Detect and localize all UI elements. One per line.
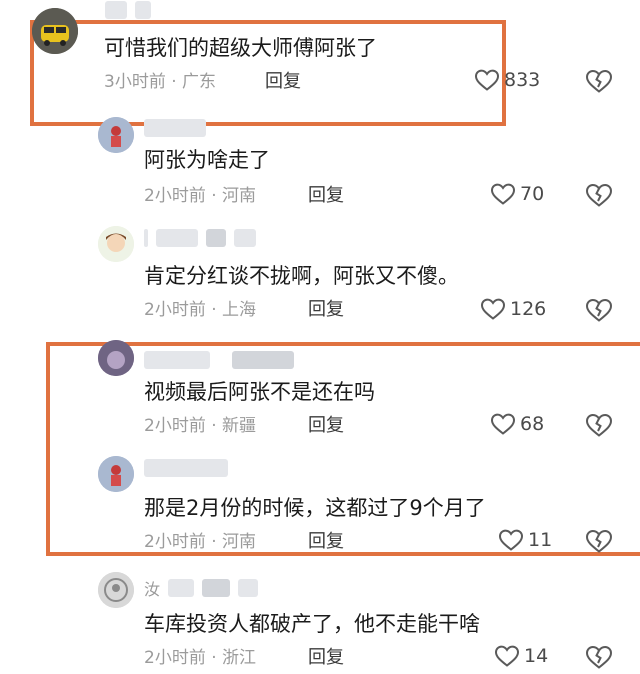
- avatar[interactable]: [98, 572, 134, 608]
- username-blurred[interactable]: [144, 458, 228, 478]
- avatar[interactable]: [98, 226, 134, 262]
- comment-meta: 2小时前 · 浙江: [144, 646, 256, 670]
- heart-icon: [490, 183, 516, 205]
- meta-separator: ·: [211, 416, 217, 436]
- avatar[interactable]: [32, 8, 78, 54]
- comment-time: 2小时前: [144, 186, 206, 206]
- username-blurred[interactable]: [105, 0, 151, 20]
- like-count: 14: [524, 645, 549, 667]
- broken-heart-icon[interactable]: [585, 68, 613, 94]
- meta-separator: ·: [211, 186, 217, 206]
- highlight-box-middle: [46, 342, 640, 556]
- meta-separator: ·: [211, 532, 217, 552]
- username-blurred[interactable]: 汝: [144, 578, 259, 599]
- broken-heart-icon[interactable]: [585, 412, 613, 438]
- meta-separator: ·: [171, 72, 177, 92]
- comment-location: 广东: [182, 72, 217, 92]
- comment-location: 浙江: [222, 648, 257, 668]
- like-button[interactable]: 126: [480, 297, 546, 321]
- username-visible-char: 汝: [144, 580, 161, 599]
- like-button[interactable]: 68: [490, 412, 544, 436]
- broken-heart-icon[interactable]: [585, 297, 613, 323]
- like-button[interactable]: 70: [490, 182, 544, 206]
- reply-button[interactable]: 回复: [308, 184, 344, 208]
- comment-meta: 2小时前 · 河南: [144, 530, 256, 554]
- broken-heart-icon[interactable]: [585, 182, 613, 208]
- username-blurred[interactable]: [144, 228, 256, 248]
- reply-button[interactable]: 回复: [308, 530, 344, 554]
- like-count: 126: [510, 298, 547, 320]
- broken-heart-icon[interactable]: [585, 528, 613, 554]
- like-count: 68: [520, 413, 545, 435]
- comment-time: 2小时前: [144, 648, 206, 668]
- heart-icon: [494, 645, 520, 667]
- reply-button[interactable]: 回复: [308, 298, 344, 322]
- comment-text: 视频最后阿张不是还在吗: [144, 380, 375, 404]
- broken-heart-icon[interactable]: [585, 644, 613, 670]
- meta-separator: ·: [211, 300, 217, 320]
- comment-meta: 2小时前 · 新疆: [144, 414, 256, 438]
- comment-meta: 2小时前 · 河南: [144, 184, 256, 208]
- reply-button[interactable]: 回复: [265, 70, 301, 94]
- comment-location: 河南: [222, 186, 257, 206]
- comment-time: 2小时前: [144, 416, 206, 436]
- reply-button[interactable]: 回复: [308, 414, 344, 438]
- comment-text: 阿张为啥走了: [144, 148, 270, 172]
- comment-time: 2小时前: [144, 300, 206, 320]
- comment-location: 新疆: [222, 416, 257, 436]
- comment-location: 河南: [222, 532, 257, 552]
- avatar[interactable]: [98, 117, 134, 153]
- meta-separator: ·: [211, 648, 217, 668]
- like-count: 11: [528, 529, 553, 551]
- heart-icon: [498, 529, 524, 551]
- username-blurred[interactable]: [144, 118, 206, 138]
- comment-meta: 3小时前 · 广东: [104, 70, 216, 94]
- like-button[interactable]: 11: [498, 528, 552, 552]
- avatar[interactable]: [98, 456, 134, 492]
- comment-text: 那是2月份的时候，这都过了9个月了: [144, 496, 486, 520]
- like-count: 70: [520, 183, 545, 205]
- reply-button[interactable]: 回复: [308, 646, 344, 670]
- comment-text: 肯定分红谈不拢啊，阿张又不傻。: [144, 264, 459, 288]
- username-blurred[interactable]: [144, 350, 294, 370]
- like-button[interactable]: 833: [474, 68, 540, 92]
- comment-time: 3小时前: [104, 72, 166, 92]
- like-button[interactable]: 14: [494, 644, 548, 668]
- comment-text: 可惜我们的超级大师傅阿张了: [104, 36, 377, 60]
- comment-time: 2小时前: [144, 532, 206, 552]
- avatar[interactable]: [98, 340, 134, 376]
- comment-meta: 2小时前 · 上海: [144, 298, 256, 322]
- heart-icon: [480, 298, 506, 320]
- comment-location: 上海: [222, 300, 257, 320]
- heart-icon: [490, 413, 516, 435]
- heart-icon: [474, 69, 500, 91]
- like-count: 833: [504, 69, 541, 91]
- comment-text: 车库投资人都破产了，他不走能干啥: [144, 612, 480, 636]
